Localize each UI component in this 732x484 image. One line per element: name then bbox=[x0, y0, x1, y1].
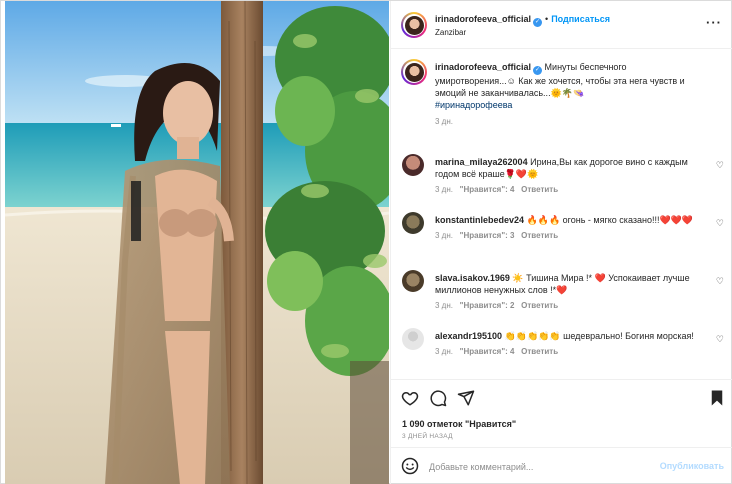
reply-button[interactable]: Ответить bbox=[521, 185, 558, 194]
bookmark-icon[interactable] bbox=[708, 389, 726, 407]
comment-meta: 3 дн. "Нравится": 2 Ответить bbox=[435, 301, 707, 310]
comment-time: 3 дн. bbox=[435, 185, 453, 194]
likes-count[interactable]: 1 090 отметок "Нравится" bbox=[402, 419, 516, 429]
instagram-post-modal: irinadorofeeva_official ✓ • Подписаться Zan… bbox=[0, 0, 732, 484]
caption-text-block: irinadorofeeva_official ✓ Минуты беспечно… bbox=[435, 61, 685, 99]
comment-like-heart-icon[interactable]: ♡ bbox=[716, 276, 724, 287]
post-location[interactable]: Zanzibar bbox=[435, 28, 466, 37]
caption-block: irinadorofeeva_official ✓ Минуты беспечно… bbox=[435, 61, 685, 126]
comment-like-heart-icon[interactable]: ♡ bbox=[716, 334, 724, 345]
comment-time: 3 дн. bbox=[435, 347, 453, 356]
comments-scroll-area[interactable]: irinadorofeeva_official ✓ Минуты беспечно… bbox=[391, 50, 732, 378]
smiley-icon[interactable] bbox=[401, 457, 419, 475]
comment-icon[interactable] bbox=[429, 389, 447, 407]
publish-button[interactable]: Опубликовать bbox=[660, 461, 724, 471]
comment-text: 🔥🔥🔥 огонь - мягко сказано!!!❤️❤️❤️ bbox=[526, 215, 694, 225]
commenter-avatar-placeholder[interactable] bbox=[402, 328, 424, 350]
comment-author[interactable]: marina_milaya262004 bbox=[435, 157, 528, 167]
caption-avatar[interactable] bbox=[401, 59, 427, 85]
comment-like-heart-icon[interactable]: ♡ bbox=[716, 218, 724, 229]
post-timestamp: 3 ДНЕЙ НАЗАД bbox=[402, 433, 453, 440]
commenter-avatar[interactable] bbox=[402, 154, 424, 176]
post-actions-bar: 1 090 отметок "Нравится" 3 ДНЕЙ НАЗАД bbox=[391, 379, 732, 441]
header-author-line: irinadorofeeva_official ✓ • Подписаться bbox=[435, 14, 610, 27]
verified-badge-icon: ✓ bbox=[533, 66, 543, 75]
caption-hashtag[interactable]: #иринадорофеева bbox=[435, 99, 685, 111]
paper-plane-icon[interactable] bbox=[457, 389, 475, 407]
post-header: irinadorofeeva_official ✓ • Подписаться Zan… bbox=[391, 1, 732, 49]
commenter-avatar[interactable] bbox=[402, 270, 424, 292]
follow-button[interactable]: Подписаться bbox=[551, 14, 610, 24]
separator-dot: • bbox=[545, 14, 549, 24]
comment-likes-count[interactable]: "Нравится": 3 bbox=[460, 231, 515, 240]
post-photo[interactable] bbox=[5, 1, 389, 484]
comment-likes-count[interactable]: "Нравится": 4 bbox=[460, 185, 515, 194]
comment-meta: 3 дн. "Нравится": 4 Ответить bbox=[435, 185, 707, 194]
more-options-icon[interactable]: ··· bbox=[706, 15, 722, 30]
author-username[interactable]: irinadorofeeva_official bbox=[435, 14, 531, 24]
comment-time: 3 дн. bbox=[435, 301, 453, 310]
comment-like-heart-icon[interactable]: ♡ bbox=[716, 160, 724, 171]
comment-input[interactable] bbox=[429, 460, 649, 474]
comment-author[interactable]: slava.isakov.1969 bbox=[435, 273, 510, 283]
heart-icon[interactable] bbox=[401, 389, 419, 407]
comment-author[interactable]: konstantinlebedev24 bbox=[435, 215, 524, 225]
author-avatar[interactable] bbox=[401, 12, 427, 38]
comment-time: 3 дн. bbox=[435, 231, 453, 240]
comment-meta: 3 дн. "Нравится": 4 Ответить bbox=[435, 347, 707, 356]
reply-button[interactable]: Ответить bbox=[521, 231, 558, 240]
post-details-panel: irinadorofeeva_official ✓ • Подписаться Zan… bbox=[390, 1, 732, 484]
comment-item: marina_milaya262004 Ирина,Вы как дорогое… bbox=[435, 156, 707, 194]
verified-badge-icon: ✓ bbox=[533, 18, 543, 27]
comment-likes-count[interactable]: "Нравится": 2 bbox=[460, 301, 515, 310]
add-comment-bar: Опубликовать bbox=[391, 447, 732, 484]
reply-button[interactable]: Ответить bbox=[521, 347, 558, 356]
comment-item: konstantinlebedev24 🔥🔥🔥 огонь - мягко ск… bbox=[435, 214, 707, 240]
caption-author[interactable]: irinadorofeeva_official bbox=[435, 62, 531, 72]
beach-photo-illustration bbox=[5, 1, 389, 484]
comment-item: alexandr195100 👏👏👏👏👏 шедеврально! Богиня… bbox=[435, 330, 707, 356]
comment-author[interactable]: alexandr195100 bbox=[435, 331, 502, 341]
comment-item: slava.isakov.1969 ☀️ Тишина Мира !* ❤️ У… bbox=[435, 272, 707, 310]
reply-button[interactable]: Ответить bbox=[521, 301, 558, 310]
comment-meta: 3 дн. "Нравится": 3 Ответить bbox=[435, 231, 707, 240]
caption-time: 3 дн. bbox=[435, 117, 453, 126]
comment-text: 👏👏👏👏👏 шедеврально! Богиня морская! bbox=[504, 331, 694, 341]
commenter-avatar[interactable] bbox=[402, 212, 424, 234]
comment-likes-count[interactable]: "Нравится": 4 bbox=[460, 347, 515, 356]
